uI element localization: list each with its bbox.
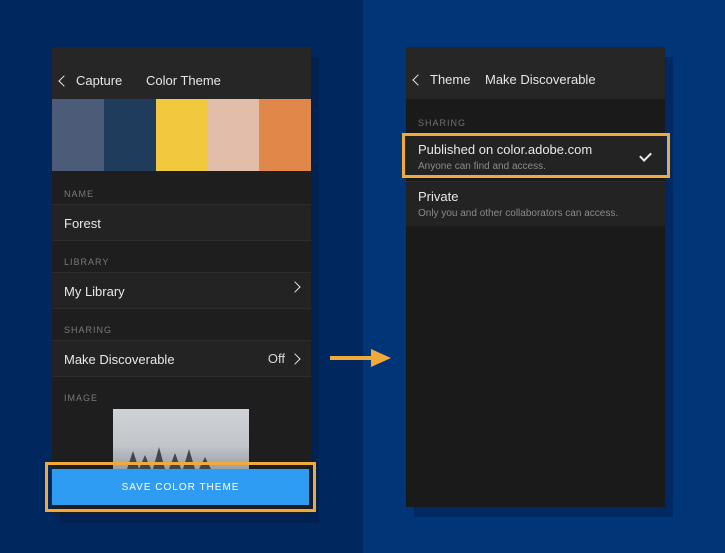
swatch-5[interactable] (259, 99, 311, 171)
name-field[interactable]: Forest (52, 204, 311, 241)
back-button[interactable]: Theme (412, 72, 471, 87)
library-value: My Library (64, 284, 125, 299)
arrow-icon-line (330, 356, 374, 360)
navbar: Capture Color Theme (52, 47, 311, 99)
page-title: Color Theme (146, 73, 221, 88)
image-section-label: IMAGE (64, 393, 99, 403)
sharing-section-label: SHARING (64, 325, 113, 335)
swatch-1[interactable] (52, 99, 104, 171)
navbar: Theme Make Discoverable (406, 47, 665, 99)
color-theme-screen: Capture Color Theme NAME Forest LIBRARY … (52, 47, 311, 513)
page-title: Make Discoverable (485, 72, 596, 87)
option-private[interactable]: Private Only you and other collaborators… (406, 181, 665, 226)
chevron-right-icon (289, 352, 301, 365)
color-swatches (52, 99, 311, 171)
chevron-right-icon (289, 281, 301, 293)
chevron-left-icon (412, 73, 424, 86)
name-section-label: NAME (64, 189, 95, 199)
save-button-highlight (45, 462, 316, 512)
swatch-4[interactable] (207, 99, 260, 171)
option-subtitle: Only you and other collaborators can acc… (418, 208, 619, 219)
library-section-label: LIBRARY (64, 257, 110, 267)
sharing-value: Off (267, 351, 285, 366)
sharing-row[interactable]: Make Discoverable Off (52, 340, 311, 377)
swatch-3[interactable] (155, 99, 208, 171)
sharing-label: Make Discoverable (64, 352, 175, 367)
make-discoverable-screen: Theme Make Discoverable SHARING Publishe… (406, 47, 665, 507)
selected-option-highlight (402, 133, 670, 178)
name-value: Forest (64, 216, 101, 231)
chevron-left-icon (58, 74, 70, 87)
theme-image[interactable] (113, 409, 249, 469)
option-title: Private (418, 189, 459, 204)
arrow-right-icon (371, 349, 391, 367)
sharing-section-label: SHARING (418, 118, 467, 128)
back-button[interactable]: Capture (58, 73, 123, 88)
swatch-2[interactable] (103, 99, 156, 171)
library-row[interactable]: My Library (52, 272, 311, 309)
back-label: Theme (430, 72, 471, 87)
back-label: Capture (76, 73, 123, 88)
